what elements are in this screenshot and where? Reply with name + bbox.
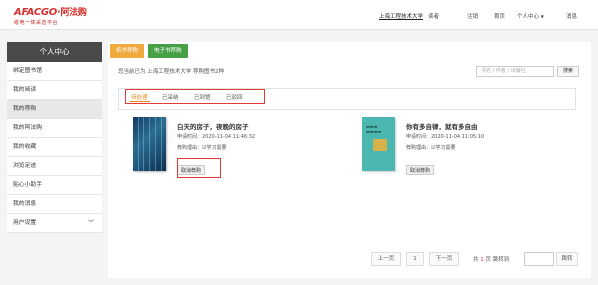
- user-role: 读者: [428, 14, 440, 20]
- sidebar-item-label: 绑定图书馆: [13, 68, 42, 74]
- sidebar-item-label: 我的荐购: [13, 106, 37, 112]
- recommendation-summary: 您当前已为 上海工程技术大学 荐购图书2种: [118, 69, 224, 75]
- chevron-down-icon: ︾: [87, 220, 94, 227]
- sidebar-item-bind-library[interactable]: 绑定图书馆: [7, 62, 102, 81]
- cover-art-text: ▬▬▬ ▬▬▬▬: [366, 124, 382, 134]
- home-link[interactable]: 首页: [494, 12, 505, 20]
- sidebar: 个人中心 绑定图书馆 我的阅读 我的荐购 我的阿法购 我的收藏 浏览足迹 贴心小…: [7, 42, 102, 233]
- sidebar-item-messages[interactable]: 我的消息: [7, 195, 102, 214]
- sidebar-item-settings[interactable]: 用户设置 ︾: [7, 214, 102, 233]
- jump-to-label: 跳转到: [492, 257, 510, 263]
- personal-center-label: 个人中心: [517, 14, 540, 20]
- sidebar-item-label: 用户设置: [13, 220, 37, 226]
- jump-button[interactable]: 跳转: [556, 252, 578, 266]
- active-tab-indicator: [130, 101, 150, 102]
- sidebar-item-my-reading[interactable]: 我的阅读: [7, 81, 102, 100]
- sidebar-item-label: 贴心小助手: [13, 182, 42, 188]
- book-request-time: 申请时间：2020-11-04 11:05:10: [406, 134, 485, 140]
- university-link[interactable]: 上海工程技术大学: [379, 12, 423, 20]
- sidebar-item-favorites[interactable]: 我的收藏: [7, 138, 102, 157]
- next-page-button[interactable]: 下一页: [429, 252, 459, 266]
- sidebar-item-history[interactable]: 浏览足迹: [7, 157, 102, 176]
- sidebar-item-my-recommendations[interactable]: 我的荐购: [7, 100, 102, 119]
- book-cover[interactable]: ▬▬▬ ▬▬▬▬: [362, 117, 395, 171]
- book-reason: 荐购理由：☑学习需要: [406, 145, 456, 151]
- book-request-time: 申请时间：2020-11-04 11:46:32: [177, 134, 256, 140]
- sidebar-title: 个人中心: [7, 42, 102, 62]
- caret-down-icon: ▼: [540, 14, 544, 19]
- logout-link[interactable]: 注销: [467, 12, 478, 20]
- total-pages-count: 1: [480, 257, 484, 263]
- search-button[interactable]: 搜索: [557, 66, 579, 77]
- sidebar-item-label: 浏览足迹: [13, 163, 37, 169]
- jump-page-input[interactable]: [524, 252, 554, 266]
- tab-paper-books[interactable]: 纸书荐购: [110, 44, 145, 58]
- sidebar-item-my-afacgo[interactable]: 我的阿法购: [7, 119, 102, 138]
- sidebar-item-label: 我的阅读: [13, 87, 37, 93]
- cover-art-block: [373, 139, 387, 151]
- status-tab-arrived[interactable]: 已到馆: [194, 93, 211, 101]
- logo-subtitle: 纸电一体采选平台: [14, 20, 59, 26]
- prev-page-button[interactable]: 上一页: [371, 252, 401, 266]
- book-title[interactable]: 白天的房子，夜晚的房子: [177, 121, 249, 131]
- sidebar-item-label: 我的收藏: [13, 144, 37, 150]
- sidebar-item-assistant[interactable]: 贴心小助手: [7, 176, 102, 195]
- logo[interactable]: AFACGO·阿法购 纸电一体采选平台: [14, 5, 87, 26]
- status-tab-accepted[interactable]: 已采纳: [162, 93, 179, 101]
- logo-brand: AFACGO: [14, 7, 57, 18]
- sidebar-item-label: 我的消息: [13, 201, 37, 207]
- page-number-button[interactable]: 1: [406, 252, 424, 266]
- status-tab-rejected[interactable]: 已驳回: [226, 93, 243, 101]
- tab-ebooks[interactable]: 电子书荐购: [148, 44, 188, 58]
- cancel-recommendation-button[interactable]: 取消荐购: [406, 165, 435, 175]
- total-pages-text: 共 1 页 跳转到: [473, 257, 510, 263]
- cancel-button-highlight: [177, 158, 221, 178]
- status-tab-pending[interactable]: 待处理: [131, 93, 148, 101]
- book-card: ▬▬▬ ▬▬▬▬ 你有多自律，就有多自由 申请时间：2020-11-04 11:0…: [362, 117, 577, 187]
- book-card: 白天的房子，夜晚的房子 申请时间：2020-11-04 11:46:32 荐购理…: [133, 117, 348, 187]
- book-cover[interactable]: [133, 117, 166, 171]
- personal-center-menu[interactable]: 个人中心 ▼: [517, 12, 544, 20]
- book-title[interactable]: 你有多自律，就有多自由: [406, 121, 478, 131]
- top-header: AFACGO·阿法购 纸电一体采选平台 上海工程技术大学 读者 注销 首页 个人…: [0, 0, 598, 30]
- search-input[interactable]: 书名 / 作者 / 出版社: [476, 66, 554, 77]
- messages-link[interactable]: 消息: [566, 12, 577, 20]
- sidebar-item-label: 我的阿法购: [13, 125, 42, 131]
- logo-cn: 阿法购: [60, 8, 87, 18]
- book-reason: 荐购理由：☑学习需要: [177, 145, 227, 151]
